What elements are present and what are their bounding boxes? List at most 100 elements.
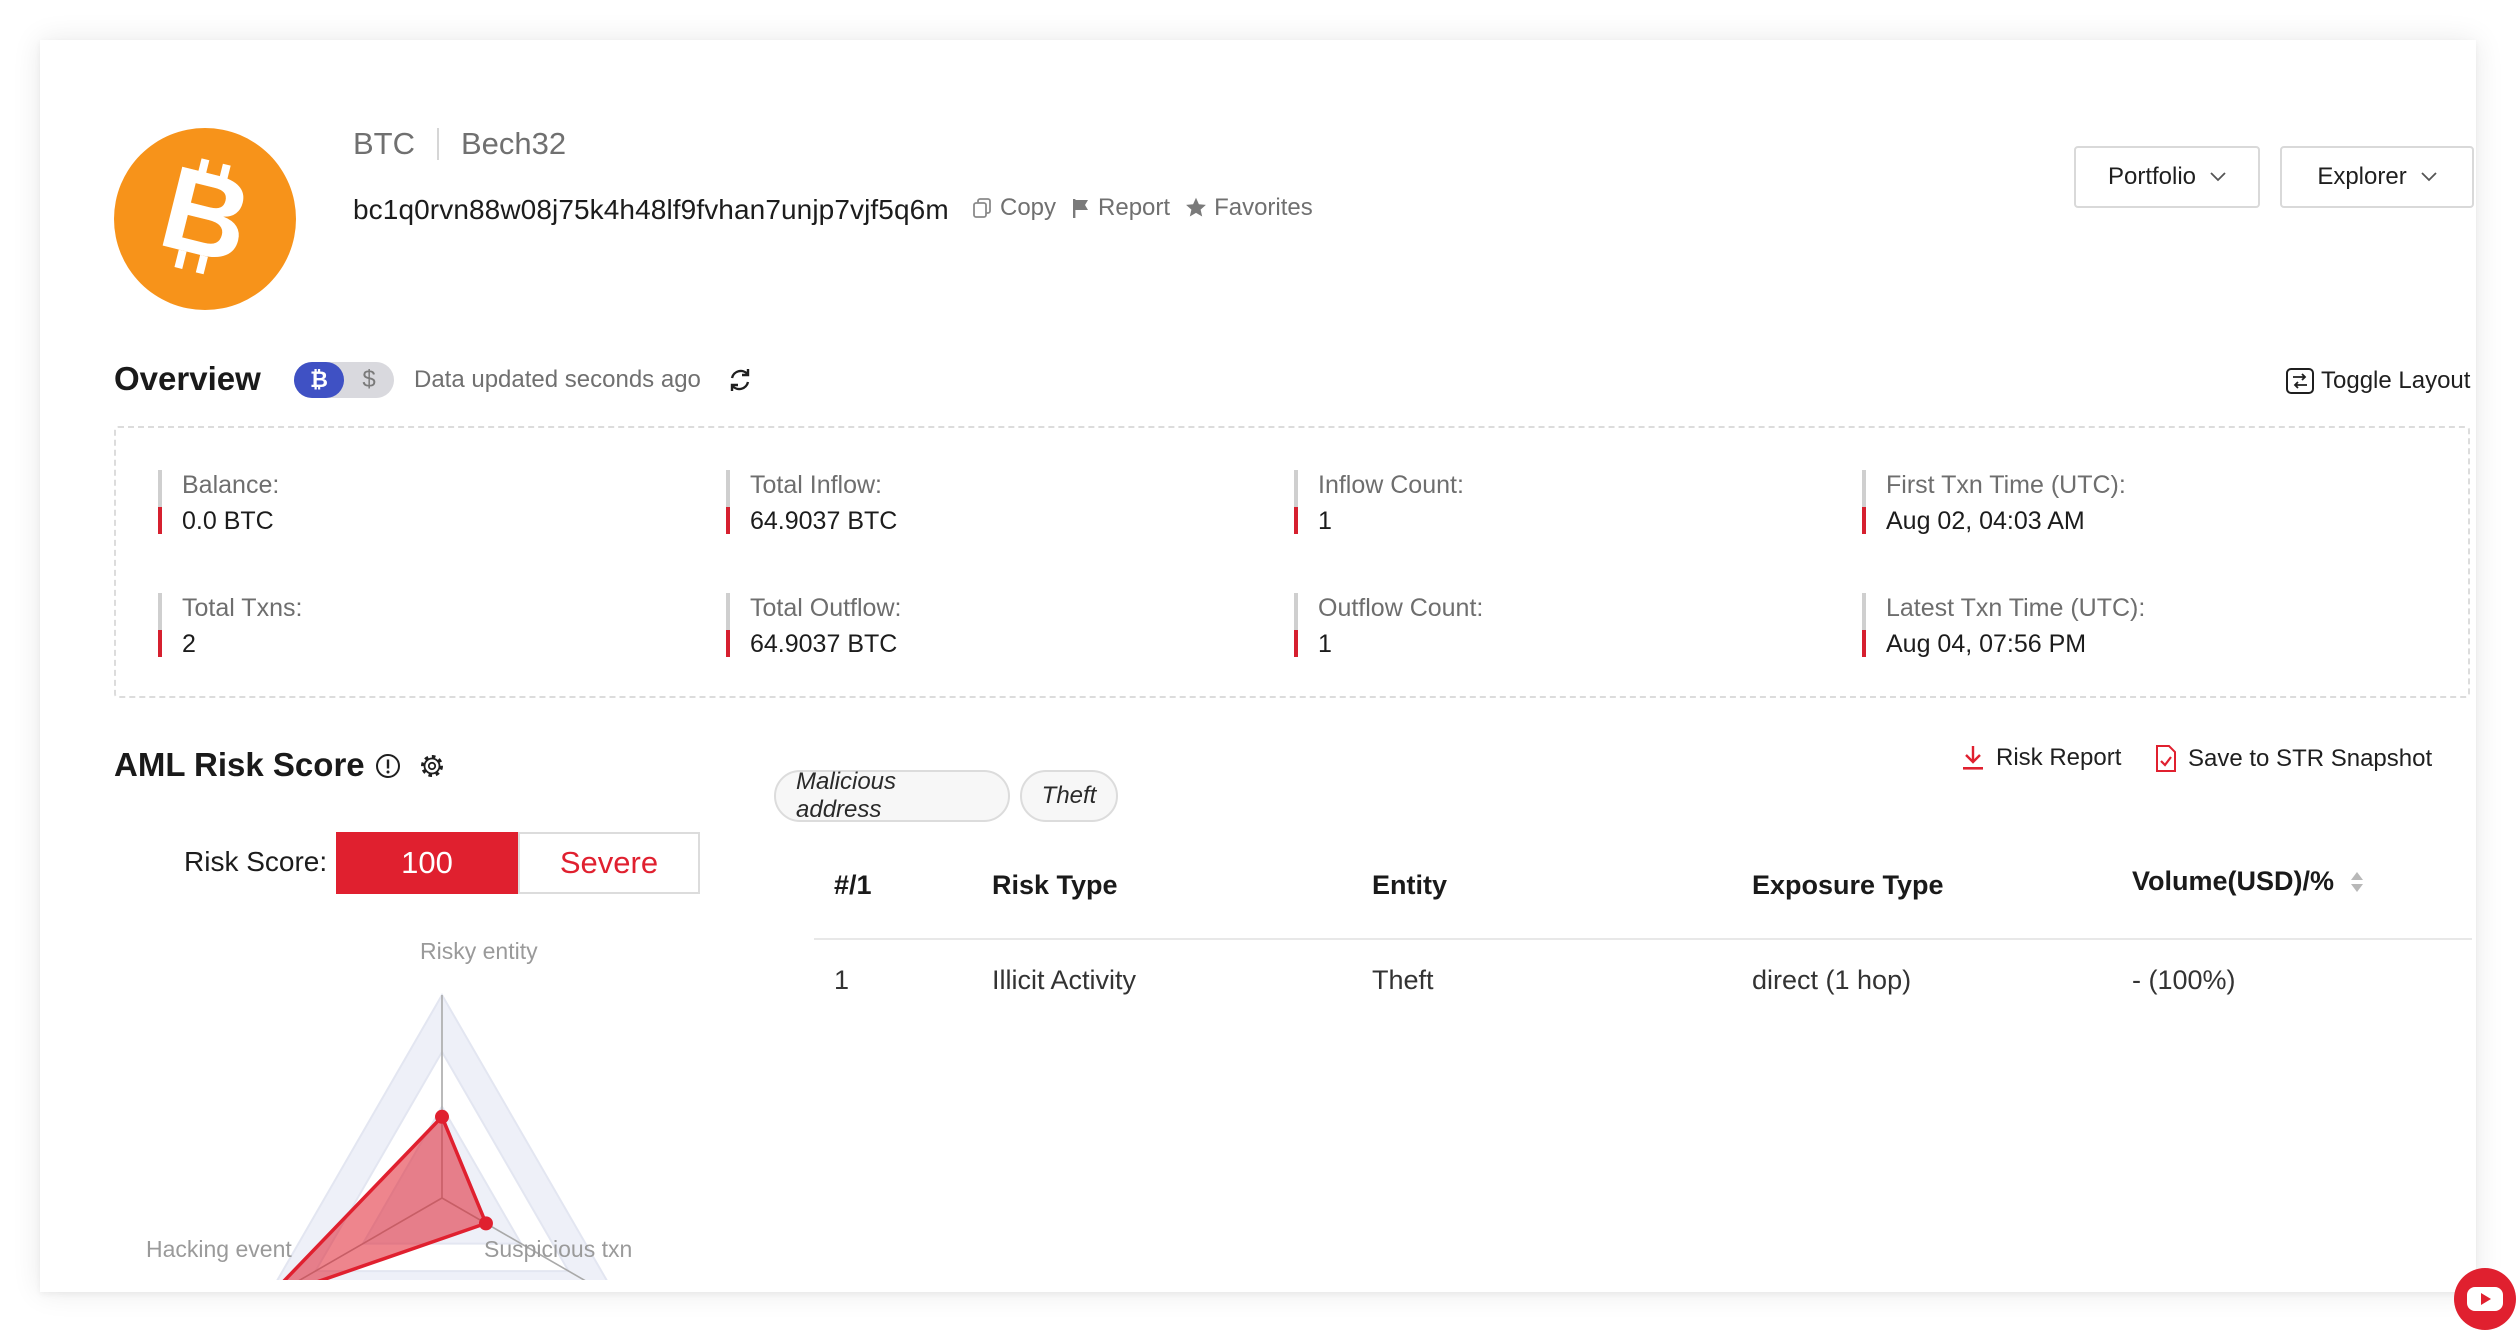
save-snapshot-button[interactable]: Save to STR Snapshot: [2154, 744, 2432, 774]
stat-marker: [158, 593, 162, 657]
stat-value: 0.0 BTC: [182, 507, 274, 535]
portfolio-label: Portfolio: [2107, 163, 2197, 190]
stat-total-txns: Total Txns: 2: [158, 593, 302, 661]
copy-button[interactable]: Copy: [972, 194, 1056, 222]
chevron-down-icon: [2210, 172, 2226, 182]
stat-value: 64.9037 BTC: [750, 630, 898, 658]
stat-marker: [1294, 593, 1298, 657]
stat-label: Inflow Count:: [1318, 471, 1464, 499]
stat-value: 64.9037 BTC: [750, 507, 898, 535]
refresh-button[interactable]: [726, 366, 754, 399]
column-header-risk-type: Risk Type: [992, 870, 1118, 900]
column-header-exposure-type: Exposure Type: [1752, 870, 1944, 900]
stat-balance: Balance: 0.0 BTC: [158, 470, 279, 538]
toggle-layout-button[interactable]: Toggle Layout: [2285, 366, 2470, 396]
coin-symbol: BTC: [353, 126, 415, 161]
stat-first-txn-time: First Txn Time (UTC): Aug 02, 04:03 AM: [1862, 470, 2126, 538]
bitcoin-logo-icon: B: [114, 128, 296, 310]
chain-info: BTC Bech32: [353, 126, 566, 162]
column-header-entity: Entity: [1372, 870, 1448, 900]
stat-label: Total Inflow:: [750, 471, 883, 499]
stat-outflow-count: Outflow Count: 1: [1294, 593, 1483, 661]
explorer-dropdown[interactable]: Explorer: [2280, 146, 2474, 208]
play-video-icon: [2467, 1287, 2503, 1311]
btc-currency-option[interactable]: ₿: [294, 362, 344, 398]
column-header-index: #/1: [834, 870, 872, 900]
layout-icon: [2286, 368, 2314, 394]
currency-toggle[interactable]: ₿ $: [294, 362, 394, 398]
download-icon: [1963, 746, 1983, 770]
data-updated-text: Data updated seconds ago: [414, 366, 701, 393]
risk-tag: Theft: [1020, 770, 1118, 822]
copy-icon: [973, 198, 991, 218]
usd-currency-option[interactable]: $: [344, 362, 394, 398]
cell-exposure-type: direct (1 hop): [1752, 965, 1912, 995]
risk-radar-chart: [276, 993, 608, 1280]
cell-volume: - (100%): [2132, 965, 2236, 995]
risk-score-label: Risk Score:: [184, 846, 328, 877]
cell-entity: Theft: [1372, 965, 1434, 995]
risk-score-value: 100: [336, 832, 518, 894]
aml-risk-score-title: AML Risk Score: [114, 746, 365, 783]
stat-marker: [1294, 470, 1298, 534]
portfolio-dropdown[interactable]: Portfolio: [2074, 146, 2260, 208]
stat-marker: [1862, 593, 1866, 657]
favorites-button[interactable]: Favorites: [1184, 194, 1313, 222]
stat-value: 1: [1318, 630, 1332, 658]
sort-icon: [2351, 871, 2364, 892]
stat-latest-txn-time: Latest Txn Time (UTC): Aug 04, 07:56 PM: [1862, 593, 2145, 661]
document-check-icon: [2156, 745, 2176, 772]
risk-report-button[interactable]: Risk Report: [1960, 744, 2121, 772]
radar-label-suspicious-txn: Suspicious txn: [484, 1236, 633, 1262]
cell-risk-type: Illicit Activity: [992, 965, 1137, 995]
address-type: Bech32: [461, 126, 567, 161]
stat-label: Balance:: [182, 471, 280, 499]
radar-label-hacking-event: Hacking event: [146, 1236, 292, 1262]
stat-marker: [726, 470, 730, 534]
cell-index: 1: [834, 965, 850, 995]
wallet-address: bc1q0rvn88w08j75k4h48lf9fvhan7unjp7vjf5q…: [353, 194, 949, 225]
info-icon: [376, 754, 400, 778]
chevron-down-icon: [2421, 172, 2437, 182]
column-header-volume-label: Volume(USD)/%: [2132, 866, 2335, 896]
copy-label: Copy: [1000, 194, 1057, 221]
address-detail-card: B BTC Bech32 bc1q0rvn88w08j75k4h48lf9fvh…: [40, 40, 2516, 1330]
favorites-label: Favorites: [1214, 194, 1313, 221]
toggle-layout-label: Toggle Layout: [2321, 367, 2471, 394]
overview-title: Overview: [114, 360, 261, 397]
risk-severity: Severe: [518, 832, 700, 894]
radar-data-point: [435, 1109, 449, 1124]
explorer-label: Explorer: [2317, 163, 2407, 190]
stat-label: Outflow Count:: [1318, 594, 1484, 622]
gear-icon: [421, 755, 443, 777]
refresh-icon: [730, 369, 750, 391]
stat-label: First Txn Time (UTC):: [1886, 471, 2126, 499]
overview-stats: Balance: 0.0 BTC Total Inflow: 64.9037 B…: [114, 426, 2470, 698]
settings-button[interactable]: [418, 752, 446, 785]
stat-value: 2: [182, 630, 196, 658]
flag-icon: [1073, 199, 1089, 218]
star-icon: [1186, 197, 1206, 217]
report-label: Report: [1098, 194, 1171, 221]
risk-tag: Malicious address: [774, 768, 1010, 823]
save-snapshot-label: Save to STR Snapshot: [2188, 745, 2433, 772]
stat-label: Total Txns:: [182, 594, 303, 622]
stat-label: Latest Txn Time (UTC):: [1886, 594, 2146, 622]
info-button[interactable]: [374, 752, 402, 785]
stat-value: Aug 04, 07:56 PM: [1886, 630, 2087, 658]
report-button[interactable]: Report: [1070, 194, 1170, 222]
stat-marker: [726, 593, 730, 657]
video-help-button[interactable]: [2454, 1268, 2516, 1330]
column-header-volume[interactable]: Volume(USD)/%: [2132, 866, 2366, 897]
stat-total-outflow: Total Outflow: 64.9037 BTC: [726, 593, 901, 661]
radar-label-risky-entity: Risky entity: [420, 938, 538, 964]
radar-data-point: [478, 1216, 493, 1231]
risk-report-label: Risk Report: [1996, 744, 2122, 771]
stat-total-inflow: Total Inflow: 64.9037 BTC: [726, 470, 897, 538]
stat-marker: [1862, 470, 1866, 534]
stat-value: Aug 02, 04:03 AM: [1886, 507, 2085, 535]
address-actions: Copy Report Favorites: [972, 194, 1327, 222]
stat-inflow-count: Inflow Count: 1: [1294, 470, 1464, 538]
stat-value: 1: [1318, 507, 1332, 535]
divider: [437, 128, 439, 160]
